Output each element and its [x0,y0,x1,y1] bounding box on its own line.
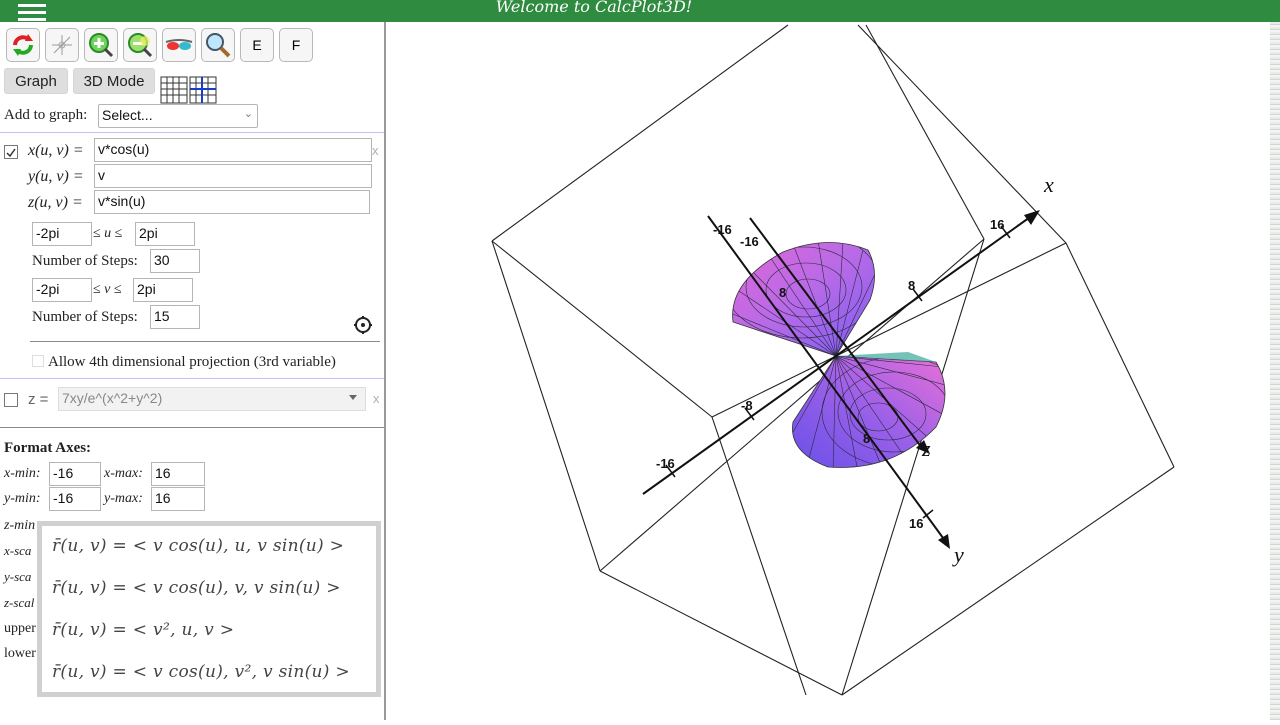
y-equation-input[interactable]: v [94,164,372,188]
e-button[interactable]: E [240,28,274,62]
v-min-input[interactable]: -2pi [32,278,92,302]
zoom-out-icon[interactable] [123,28,157,62]
rotate-icon[interactable] [6,28,40,62]
grid-icon[interactable] [160,76,188,104]
x-tick-neg16: -16 [656,456,675,471]
z-tick-8: 8 [779,285,786,300]
z-min-label: z-min [4,518,36,533]
z-equation-label: z(u, v) = [28,194,83,211]
format-axes-heading: Format Axes: [4,440,92,456]
z-scale-label: z-scal [4,595,35,610]
v-max-input[interactable]: 2pi [133,278,193,302]
add-to-graph-label: Add to graph: [4,107,88,123]
function-surface-checkbox[interactable] [4,393,18,407]
param-surface-checkbox[interactable] [4,145,18,159]
close-icon[interactable]: x [373,391,380,406]
app-title: Welcome to CalcPlot3D! [495,0,693,16]
scrollbar[interactable] [1270,22,1280,720]
u-range-label: ≤ u ≤ [93,226,123,241]
y-max-label: y-max: [104,491,143,506]
u-steps-label: Number of Steps: [32,253,138,269]
z-tick-neg16: -16 [740,234,759,249]
x-scale-label: x-sca [4,543,32,558]
y-tick-neg16: -16 [713,222,732,237]
equation-3: r̄(u, v) = < v², u, v > [52,620,235,640]
projection-checkbox[interactable] [32,355,44,367]
grid-axes-icon[interactable] [189,76,217,104]
magnify-icon[interactable] [201,28,235,62]
u-min-input[interactable]: -2pi [32,222,92,246]
y-tick-16: 16 [909,516,923,531]
function-label: z = [28,391,49,408]
add-to-graph-select[interactable]: Select... ⌄ [98,104,258,128]
y-tick-8: 8 [863,431,870,446]
x-tick-8: 8 [908,278,915,293]
graph-button[interactable]: Graph [4,68,68,94]
x-tick-neg8: -8 [741,398,753,413]
y-scale-label: y-sca [4,569,32,584]
axes-icon[interactable] [45,28,79,62]
y-min-label: y-min: [4,491,41,506]
divider [0,132,384,133]
equations-overlay: r̄(u, v) = < v cos(u), u, v sin(u) > r̄(… [37,521,381,697]
equation-4: r̄(u, v) = < v cos(u), v², v sin(u) > [52,662,350,682]
x-equation-label: x(u, v) = [28,142,84,159]
y-equation-label: y(u, v) = [28,168,84,185]
u-max-input[interactable]: 2pi [135,222,195,246]
projection-label: Allow 4th dimensional projection (3rd va… [48,354,336,370]
upper-label: upper [4,621,36,636]
v-range-label: ≤ v ≤ [93,282,122,297]
equation-2: r̄(u, v) = < v cos(u), v, v sin(u) > [52,578,341,598]
v-steps-label: Number of Steps: [32,309,138,325]
z-axis-label: z [921,436,931,461]
add-to-graph-value: Select... [102,107,153,123]
glasses-3d-icon[interactable] [162,28,196,62]
divider [0,427,384,428]
u-steps-input[interactable]: 30 [150,249,200,273]
settings-icon[interactable] [353,315,373,340]
x-max-input[interactable]: 16 [151,462,205,486]
title-bar: Welcome to CalcPlot3D! [0,0,1280,22]
x-equation-input[interactable]: v*cos(u) [94,138,372,162]
x-min-input[interactable]: -16 [49,462,101,486]
x-axis-label: x [1043,172,1054,197]
equation-1: r̄(u, v) = < v cos(u), u, v sin(u) > [52,536,345,556]
y-max-input[interactable]: 16 [151,487,205,511]
graph-canvas[interactable]: x 16 8 -8 -16 y 16 8 -16 z -16 8 [388,22,1280,720]
function-input[interactable]: 7xy/e^(x^2+y^2) [58,387,366,411]
x-tick-16: 16 [990,217,1004,232]
lower-label: lower [4,646,36,661]
divider [30,341,380,342]
close-icon[interactable]: x [372,143,379,158]
y-min-input[interactable]: -16 [49,487,101,511]
zoom-in-icon[interactable] [84,28,118,62]
f-button[interactable]: F [279,28,313,62]
divider [0,378,384,379]
v-steps-input[interactable]: 15 [150,305,200,329]
dropdown-arrow-icon[interactable] [349,395,357,400]
x-max-label: x-max: [104,466,143,481]
x-min-label: x-min: [4,466,41,481]
chevron-down-icon: ⌄ [243,108,253,120]
z-equation-input[interactable]: v*sin(u) [94,190,370,214]
y-axis-label: y [952,542,964,567]
3d-mode-button[interactable]: 3D Mode [73,68,155,94]
